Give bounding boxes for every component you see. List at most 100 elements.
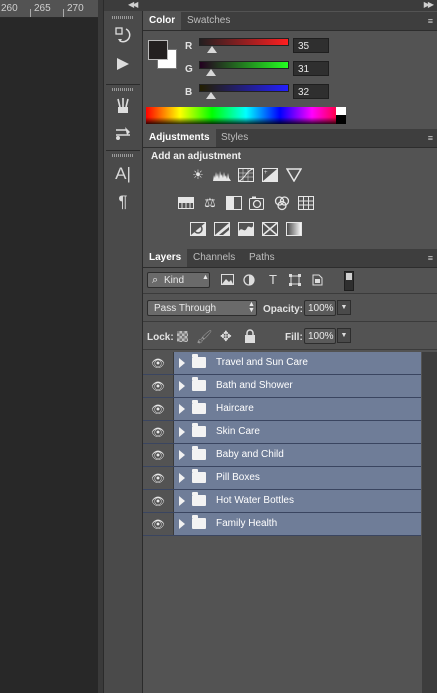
blue-value-field[interactable]: 32 xyxy=(293,84,329,99)
filter-pixel-layers-icon[interactable] xyxy=(219,272,235,287)
layer-group-row[interactable]: 👁 Bath and Shower xyxy=(143,375,421,398)
filter-type-layers-icon[interactable]: T xyxy=(265,272,281,287)
foreground-color-swatch[interactable] xyxy=(148,40,168,60)
tab-layers[interactable]: Layers xyxy=(143,249,188,267)
layer-group-body[interactable]: Bath and Shower xyxy=(174,375,421,397)
selective-color-icon[interactable] xyxy=(261,221,279,237)
white-swatch[interactable] xyxy=(336,107,346,115)
invert-icon[interactable] xyxy=(189,221,207,237)
document-canvas[interactable] xyxy=(0,0,103,693)
opacity-field[interactable]: 100% xyxy=(304,300,336,316)
tab-channels[interactable]: Channels xyxy=(187,249,241,267)
green-value-field[interactable]: 31 xyxy=(293,61,329,76)
layer-group-body[interactable]: Pill Boxes xyxy=(174,467,421,489)
color-spectrum-ramp[interactable] xyxy=(146,107,346,124)
filter-smart-objects-icon[interactable] xyxy=(309,272,325,287)
black-swatch[interactable] xyxy=(336,115,346,124)
red-slider[interactable] xyxy=(199,38,289,46)
lock-image-pixels-icon[interactable]: 🖌 xyxy=(196,329,213,344)
brush-presets-icon[interactable] xyxy=(109,122,137,144)
actions-play-icon[interactable] xyxy=(109,53,137,75)
dock-grip[interactable] xyxy=(112,154,134,157)
vibrance-icon[interactable] xyxy=(285,167,303,183)
curves-icon[interactable] xyxy=(237,167,255,183)
lock-all-icon[interactable] xyxy=(244,329,258,343)
layer-group-row[interactable]: 👁 Travel and Sun Care xyxy=(143,352,421,375)
posterize-icon[interactable] xyxy=(213,221,231,237)
layer-group-row[interactable]: 👁 Haircare xyxy=(143,398,421,421)
expand-triangle-icon[interactable] xyxy=(179,450,185,460)
panel-menu-icon[interactable]: ≡ xyxy=(428,16,433,26)
layer-group-row[interactable]: 👁 Hot Water Bottles xyxy=(143,490,421,513)
layers-scrollbar[interactable] xyxy=(422,352,437,693)
panel-menu-icon[interactable]: ≡ xyxy=(428,253,433,263)
layer-group-body[interactable]: Hot Water Bottles xyxy=(174,490,421,512)
exposure-icon[interactable]: + xyxy=(261,167,279,183)
blue-slider[interactable] xyxy=(199,84,289,92)
layer-group-body[interactable]: Skin Care xyxy=(174,421,421,443)
visibility-eye-icon[interactable]: 👁 xyxy=(143,421,174,443)
color-balance-icon[interactable]: ⚖ xyxy=(201,195,219,211)
layer-group-row[interactable]: 👁 Skin Care xyxy=(143,421,421,444)
blend-mode-select[interactable]: Pass Through ▲ ▼ xyxy=(147,300,257,316)
tab-color[interactable]: Color xyxy=(143,12,182,30)
filter-adjustment-layers-icon[interactable] xyxy=(241,272,257,287)
tab-styles[interactable]: Styles xyxy=(215,129,254,147)
brightness-contrast-icon[interactable]: ☀ xyxy=(189,167,207,183)
channel-mixer-icon[interactable] xyxy=(273,195,291,211)
lock-transparent-pixels-icon[interactable] xyxy=(177,331,188,342)
filter-toggle-switch[interactable] xyxy=(344,271,354,291)
green-slider-thumb[interactable] xyxy=(205,69,216,76)
hue-saturation-icon[interactable] xyxy=(177,195,195,211)
expand-triangle-icon[interactable] xyxy=(179,496,185,506)
paragraph-icon[interactable]: ¶ xyxy=(109,191,137,213)
red-slider-thumb[interactable] xyxy=(207,46,218,53)
expand-triangle-icon[interactable] xyxy=(179,358,185,368)
layer-group-body[interactable]: Baby and Child xyxy=(174,444,421,466)
opacity-dropdown-button[interactable]: ▼ xyxy=(337,300,351,315)
photo-filter-icon[interactable] xyxy=(249,195,267,211)
expand-triangle-icon[interactable] xyxy=(179,473,185,483)
layer-group-row[interactable]: 👁 Pill Boxes xyxy=(143,467,421,490)
visibility-eye-icon[interactable]: 👁 xyxy=(143,352,174,374)
color-lookup-icon[interactable] xyxy=(297,195,315,211)
visibility-eye-icon[interactable]: 👁 xyxy=(143,513,174,535)
brushes-icon[interactable] xyxy=(109,95,137,117)
black-white-icon[interactable] xyxy=(225,195,243,211)
layer-group-row[interactable]: 👁 Baby and Child xyxy=(143,444,421,467)
collapse-arrows-icon[interactable]: ◀◀ xyxy=(128,0,138,9)
expand-triangle-icon[interactable] xyxy=(179,519,185,529)
levels-icon[interactable] xyxy=(213,167,231,183)
visibility-eye-icon[interactable]: 👁 xyxy=(143,398,174,420)
layer-filter-kind-select[interactable]: ⌕ Kind ▲ xyxy=(147,272,210,288)
tab-swatches[interactable]: Swatches xyxy=(181,12,236,30)
filter-shape-layers-icon[interactable] xyxy=(287,272,303,287)
visibility-eye-icon[interactable]: 👁 xyxy=(143,375,174,397)
character-icon[interactable]: A| xyxy=(109,163,137,185)
fill-field[interactable]: 100% xyxy=(304,328,336,344)
green-slider[interactable] xyxy=(199,61,289,69)
tab-adjustments[interactable]: Adjustments xyxy=(143,129,216,147)
visibility-eye-icon[interactable]: 👁 xyxy=(143,444,174,466)
dock-grip[interactable] xyxy=(112,16,134,19)
lock-position-icon[interactable]: ✥ xyxy=(220,328,236,344)
dock-grip[interactable] xyxy=(112,88,134,91)
history-icon[interactable] xyxy=(109,24,137,46)
expand-triangle-icon[interactable] xyxy=(179,427,185,437)
panel-menu-icon[interactable]: ≡ xyxy=(428,133,433,143)
gradient-map-icon[interactable] xyxy=(285,221,303,237)
layer-group-body[interactable]: Haircare xyxy=(174,398,421,420)
blue-slider-thumb[interactable] xyxy=(206,92,216,99)
layer-group-body[interactable]: Travel and Sun Care xyxy=(174,352,421,374)
red-value-field[interactable]: 35 xyxy=(293,38,329,53)
layer-group-body[interactable]: Family Health xyxy=(174,513,421,535)
expand-arrows-icon[interactable]: ▶▶ xyxy=(424,0,434,9)
fill-dropdown-button[interactable]: ▼ xyxy=(337,328,351,343)
expand-triangle-icon[interactable] xyxy=(179,381,185,391)
threshold-icon[interactable] xyxy=(237,221,255,237)
expand-triangle-icon[interactable] xyxy=(179,404,185,414)
visibility-eye-icon[interactable]: 👁 xyxy=(143,467,174,489)
layer-group-row[interactable]: 👁 Family Health xyxy=(143,513,421,536)
visibility-eye-icon[interactable]: 👁 xyxy=(143,490,174,512)
tab-paths[interactable]: Paths xyxy=(243,249,281,267)
